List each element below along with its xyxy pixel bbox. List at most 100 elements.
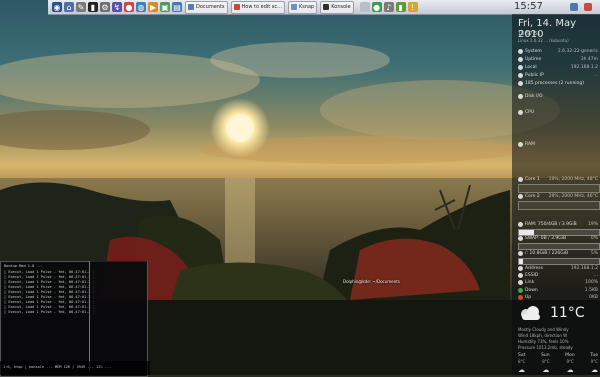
terminal-line: [ Execut, Load 1 Pulse - fmt, 06.47:01.2… [4, 295, 95, 299]
cpu-icon [518, 110, 523, 115]
forecast-day: Sat [518, 353, 526, 358]
disk-icon [518, 251, 523, 256]
update-icon[interactable]: ! [407, 2, 418, 12]
forecast-day: Sun [541, 353, 550, 358]
terminal-line: [ Execut, Load 1 Pulse - fmt, 06.47:01.2… [4, 270, 95, 274]
terminal-line: [ Execut, Load 1 Pulse - fmt, 06.47:01.2… [4, 310, 95, 314]
folder-icon [188, 4, 194, 10]
shutdown-icon[interactable] [584, 3, 592, 11]
terminal-split-pane[interactable] [89, 261, 147, 371]
clock-time: 15:57 [514, 1, 543, 12]
cpu-icon [518, 194, 523, 199]
calendar-icon[interactable] [570, 3, 578, 11]
terminal-line: Bootup Mod 1.0 ... [4, 264, 43, 268]
top-panel: ◉ ⌂ ✎ ▮ ⚙ ↯ ● ◍ ▶ ▣ ▤ Documents How to e… [48, 0, 510, 15]
net-row: Up 0KB [518, 295, 598, 301]
net-row: ESSID... [518, 273, 598, 279]
weather-temp: 11°C [550, 305, 585, 321]
sys-row: Uptime 3h 47m [518, 57, 598, 63]
panel-clock[interactable]: 15:57 [508, 0, 600, 15]
terminal-line: [ Execut, Load 1 Pulse - fmt, 06.47:01.2… [4, 300, 95, 304]
core1-graph [518, 184, 600, 193]
swap-bar [518, 243, 600, 250]
core1-row: Core 1 19%, 2000 MHz, 48°C [518, 177, 598, 183]
system-monitor: Fri, 14. May 2010 15:57:51 Linux 2.6.32 … [512, 14, 600, 375]
terminal-line: [ Execut, Load 1 Pulse - fmt, 06.47:01.2… [4, 290, 95, 294]
kde-menu-icon[interactable]: ◉ [52, 2, 62, 12]
terminal-icon[interactable]: ▮ [88, 2, 98, 12]
globe-icon[interactable]: ◍ [136, 2, 146, 12]
monitor-time: 15:57:51 [518, 31, 541, 37]
image-icon[interactable]: ▣ [160, 2, 170, 12]
weather-humidity: Humidity 73%, feels 10% [518, 339, 569, 344]
terminal-line: [ Execut, Load 1 Pulse - fmt, 06.47:01.2… [4, 280, 95, 284]
clock-icon [518, 57, 523, 62]
weather-pressure: Pressure 1013.2mb, steady [518, 345, 573, 350]
forecast-lows: 8°C 8°C 9°C 9°C [518, 359, 598, 364]
download-icon [518, 288, 523, 293]
ram-header: RAM [518, 142, 598, 148]
cloud-icon: ☁ [518, 366, 525, 374]
net-row: Address 192.168.1.2 [518, 266, 598, 272]
swap-icon [518, 236, 523, 241]
task-ksnap[interactable]: Ksnap [287, 0, 318, 14]
battery-icon[interactable]: ▮ [395, 2, 406, 12]
camera-icon [290, 4, 297, 10]
terminal-line: [ Execut, Load 1 Pulse - fmt, 06.47:01.2… [4, 305, 95, 309]
pager-icon[interactable] [359, 2, 370, 12]
root-row: /: 10.8GiB / 226GiB 5% [518, 251, 598, 257]
upload-icon [518, 295, 523, 300]
cloud-icon: ☁ [542, 366, 550, 374]
signal-icon [518, 280, 523, 285]
terminal-status-text: 1:0, htop | konsole ... MEM 126 / 3949 .… [3, 365, 112, 369]
browser-icon[interactable]: ● [124, 2, 134, 12]
cloudy-weather-icon [521, 306, 540, 320]
core2-graph [518, 201, 600, 210]
disk-io-header: Disk I/O [518, 94, 598, 100]
terminal-icon [323, 4, 330, 10]
network-icon [518, 266, 523, 271]
activity-icon[interactable]: ↯ [112, 2, 122, 12]
swap-row: SWAP: 0B / 3.9GiB 0% [518, 236, 598, 242]
weather-wind: Wind 18kph, direction W [518, 333, 568, 338]
media-icon[interactable]: ▶ [148, 2, 158, 12]
settings-icon[interactable]: ⚙ [100, 2, 110, 12]
forecast-low: 8°C [518, 359, 526, 364]
files-icon[interactable]: ▤ [172, 2, 182, 12]
monitor-kernel: Linux 2.6.32 ... (kubuntu) [518, 38, 569, 43]
core2-row: Core 2 29%, 2000 MHz, 46°C [518, 194, 598, 200]
desktop-tooltip: Dolphin@kde: ~/Documents [343, 279, 400, 284]
memory-icon [518, 222, 523, 227]
globe-icon [518, 73, 523, 78]
task-browser[interactable]: How to edit sc... [230, 0, 285, 14]
ram-row: RAM: 750/4GB / 3.9GiB 19% [518, 222, 598, 228]
browser-icon [233, 4, 240, 10]
wifi-icon [518, 273, 523, 278]
forecast-day: Tue [590, 353, 598, 358]
volume-icon[interactable]: ♪ [383, 2, 394, 12]
cpu-icon [518, 177, 523, 182]
task-documents[interactable]: Documents [185, 0, 228, 14]
memory-icon [518, 142, 523, 147]
pen-icon[interactable]: ✎ [76, 2, 86, 12]
sys-row: 185 processes (2 running) [518, 81, 598, 87]
cpu-header: CPU [518, 110, 598, 116]
ram-bar-fill [519, 230, 535, 235]
sys-row: System 2.6.32-22-generic [518, 49, 598, 55]
weather-desc: Mostly Cloudy and Windy [518, 327, 569, 332]
network-icon[interactable]: ● [371, 2, 382, 12]
net-row: Link 100% [518, 280, 598, 286]
forecast-low: 9°C [566, 359, 574, 364]
sys-row: Local 192.168.1.2 [518, 65, 598, 71]
task-konsole[interactable]: Konsole [320, 0, 354, 14]
forecast-icons: ☁ ☁ ☁ ☁ [518, 366, 598, 374]
disk-icon [518, 94, 523, 99]
home-folder-icon[interactable]: ⌂ [64, 2, 74, 12]
cloud-icon: ☁ [566, 366, 574, 374]
root-bar [518, 258, 600, 265]
ram-bar [518, 229, 600, 236]
root-bar-fill [519, 259, 523, 264]
system-icon [518, 49, 523, 54]
terminal-status-bar: 1:0, htop | konsole ... MEM 126 / 3949 .… [0, 361, 150, 375]
forecast-low: 8°C [542, 359, 550, 364]
